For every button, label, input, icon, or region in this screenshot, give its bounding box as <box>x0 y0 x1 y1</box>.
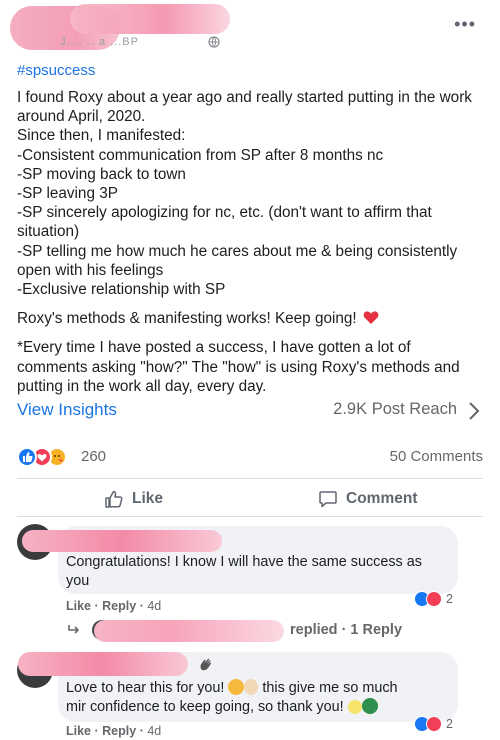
reaction-icons[interactable] <box>17 446 79 468</box>
comment-text: Congratulations! I know I will have the … <box>66 554 422 589</box>
thumbs-up-icon <box>105 490 123 508</box>
post-body: I found Roxy about a year ago and really… <box>17 88 487 396</box>
globe-earth-emoji-icon <box>361 698 378 714</box>
comment-author-name-redacted[interactable] <box>18 652 188 676</box>
more-options-icon[interactable]: ••• <box>454 14 476 35</box>
comment-button[interactable]: Comment <box>318 486 417 512</box>
comment-meta: Like · Reply · 4d <box>66 599 162 613</box>
comment-button-label: Comment <box>346 490 418 507</box>
replies-count-link[interactable]: replied · 1 Reply <box>290 622 402 638</box>
comment-reactions[interactable]: 2 <box>414 589 453 609</box>
comment-reply-link[interactable]: Reply <box>102 724 136 738</box>
insights-row: View Insights 2.9K Post Reach <box>17 400 483 422</box>
reaction-count[interactable]: 260 <box>81 448 106 465</box>
post-line: -SP sincerely apologizing for nc, etc. (… <box>17 204 432 222</box>
comment-meta: Like · Reply · 4d <box>66 724 162 738</box>
post-line: open with his feelings <box>17 261 164 279</box>
reply-author-name-redacted <box>94 620 284 642</box>
comment-bubble-icon <box>319 491 337 508</box>
post-line: Roxy's methods & manifesting works! Keep… <box>17 310 357 328</box>
comment-timestamp: 4d <box>147 724 162 738</box>
love-reaction-icon <box>426 591 442 607</box>
post-line: situation) <box>17 223 80 241</box>
sparkles-emoji-icon <box>347 700 362 714</box>
post-line: comments asking "how?" The "how" is usin… <box>17 358 460 376</box>
waving-hand-emoji-icon <box>200 658 212 671</box>
post-line: -SP leaving 3P <box>17 185 118 203</box>
view-insights-link[interactable]: View Insights <box>17 400 117 420</box>
comment-reply-link[interactable]: Reply <box>102 599 136 613</box>
post-line: -Consistent communication from SP after … <box>17 146 384 164</box>
raising-hands-emoji-icon <box>244 679 259 695</box>
post-paragraph-2: Roxy's methods & manifesting works! Keep… <box>17 309 487 328</box>
like-button-label: Like <box>132 490 164 507</box>
like-button[interactable]: Like <box>104 486 163 512</box>
post-line: -SP moving back to town <box>17 165 186 183</box>
divider <box>17 478 483 479</box>
post-line: *Every time I have posted a success, I h… <box>17 339 411 357</box>
post-header: J.... .. a ...BP ••• <box>0 0 500 62</box>
comment-like-link[interactable]: Like <box>66 724 91 738</box>
comment-reactions[interactable]: 2 <box>414 714 453 734</box>
red-heart-emoji-icon <box>363 311 379 325</box>
post-meta-faint: J.... .. a ...BP <box>60 36 139 48</box>
comment-reaction-count: 2 <box>446 717 453 731</box>
comment-reaction-count: 2 <box>446 592 453 606</box>
reply-arrow-icon <box>68 625 79 634</box>
post-actions: Like Comment <box>0 482 500 514</box>
comment-text: Love to hear this for you! this give me … <box>66 679 398 715</box>
post-line: around April, 2020. <box>17 108 146 126</box>
chevron-right-icon[interactable] <box>467 400 481 422</box>
comment-like-link[interactable]: Like <box>66 599 91 613</box>
post-line: Since then, I manifested: <box>17 127 186 145</box>
globe-icon <box>208 36 220 48</box>
comment-timestamp: 4d <box>147 599 162 613</box>
post-reach-label[interactable]: 2.9K Post Reach <box>333 400 457 419</box>
smiling-hearts-emoji-icon <box>228 679 245 695</box>
post-line: I found Roxy about a year ago and really… <box>17 89 472 106</box>
post-hashtag-link[interactable]: #spsuccess <box>17 62 95 79</box>
view-replies-row[interactable]: replied · 1 Reply <box>66 620 486 642</box>
author-name-redacted[interactable] <box>70 4 230 34</box>
love-reaction-icon <box>426 716 442 732</box>
post-line: putting in the work all day, every day. <box>17 377 267 395</box>
post-line: -Exclusive relationship with SP <box>17 281 226 299</box>
like-reaction-icon <box>17 447 37 467</box>
divider <box>17 516 483 517</box>
comment-author-name-redacted[interactable] <box>22 530 222 552</box>
post-line: -SP telling me how much he cares about m… <box>17 242 458 260</box>
comments-count-link[interactable]: 50 Comments <box>390 448 483 465</box>
reactions-summary: 260 50 Comments <box>17 446 483 468</box>
